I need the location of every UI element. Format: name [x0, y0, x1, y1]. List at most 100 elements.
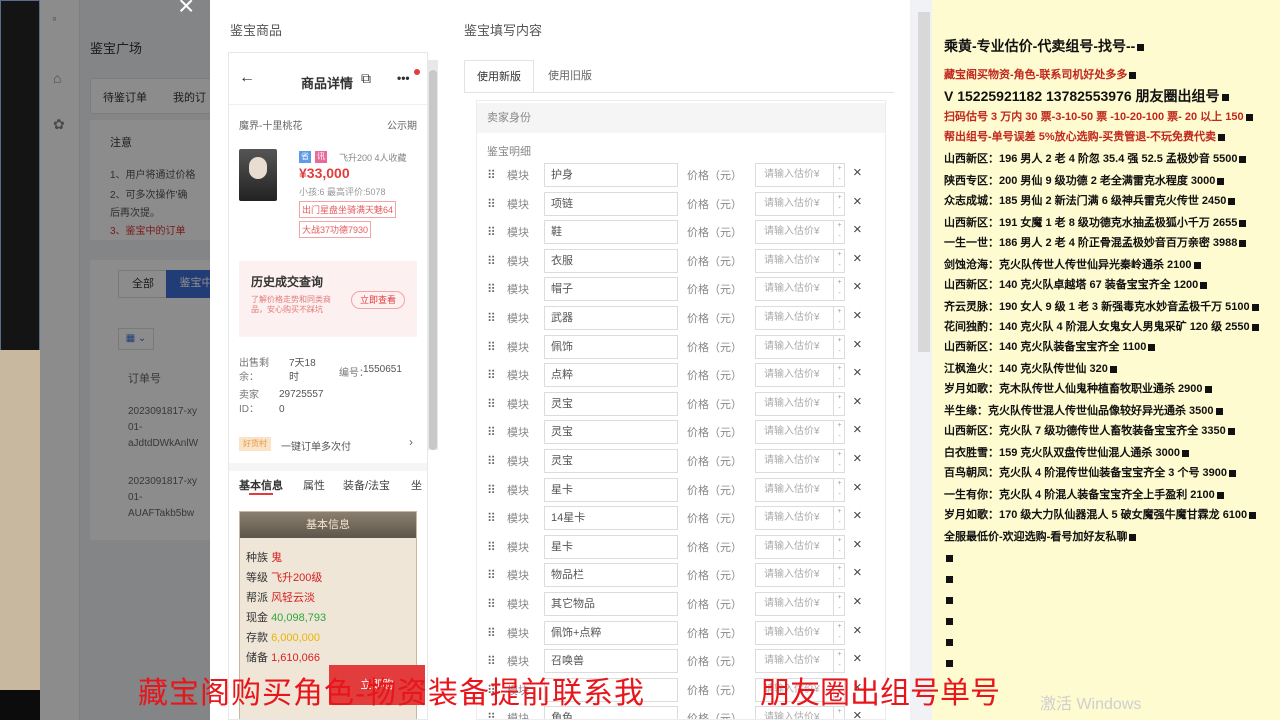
tab-new-version[interactable]: 使用新版	[464, 60, 534, 92]
drag-handle-icon[interactable]: ⠿	[487, 454, 497, 468]
chevron-right-icon[interactable]: ›	[409, 435, 413, 449]
price-input[interactable]: 请输入估价¥	[755, 334, 845, 359]
price-input[interactable]: 请输入估价¥	[755, 620, 845, 645]
drag-handle-icon[interactable]: ⠿	[487, 711, 497, 719]
stepper-icon[interactable]: +-	[833, 506, 845, 531]
module-name-input[interactable]: 帽子	[544, 277, 678, 302]
price-input[interactable]: 请输入估价¥	[755, 391, 845, 416]
remove-icon[interactable]: ×	[853, 364, 862, 381]
drag-handle-icon[interactable]: ⠿	[487, 654, 497, 668]
remove-icon[interactable]: ×	[853, 336, 862, 353]
stepper-icon[interactable]: +-	[833, 477, 845, 502]
remove-icon[interactable]: ×	[853, 450, 862, 467]
remove-icon[interactable]: ×	[853, 479, 862, 496]
tab-mount[interactable]: 坐	[411, 477, 422, 493]
module-name-input[interactable]: 星卡	[544, 477, 678, 502]
price-input[interactable]: 请输入估价¥	[755, 191, 845, 216]
drag-handle-icon[interactable]: ⠿	[487, 197, 497, 211]
module-name-input[interactable]: 灵宝	[544, 391, 678, 416]
stepper-icon[interactable]: +-	[833, 391, 845, 416]
price-input[interactable]: 请输入估价¥	[755, 477, 845, 502]
history-button[interactable]: 立即查看	[351, 291, 405, 309]
preview-scrollbar[interactable]	[428, 60, 438, 450]
drag-handle-icon[interactable]: ⠿	[487, 225, 497, 239]
price-input[interactable]: 请输入估价¥	[755, 420, 845, 445]
remove-icon[interactable]: ×	[853, 593, 862, 610]
tab-old-version[interactable]: 使用旧版	[536, 60, 604, 92]
module-name-input[interactable]: 点粹	[544, 363, 678, 388]
more-icon[interactable]: •••	[397, 71, 410, 85]
stepper-icon[interactable]: +-	[833, 334, 845, 359]
stepper-icon[interactable]: +-	[833, 191, 845, 216]
price-input[interactable]: 请输入估价¥	[755, 220, 845, 245]
remove-icon[interactable]: ×	[853, 221, 862, 238]
stepper-icon[interactable]: +-	[833, 420, 845, 445]
drag-handle-icon[interactable]: ⠿	[487, 368, 497, 382]
modal-scrollbar[interactable]	[918, 12, 930, 352]
stepper-icon[interactable]: +-	[833, 163, 845, 187]
close-icon[interactable]: ×	[178, 0, 194, 22]
drag-handle-icon[interactable]: ⠿	[487, 254, 497, 268]
price-input[interactable]: 请输入估价¥	[755, 277, 845, 302]
module-name-input[interactable]: 护身	[544, 163, 678, 187]
drag-handle-icon[interactable]: ⠿	[487, 597, 497, 611]
module-name-input[interactable]: 星卡	[544, 534, 678, 559]
stepper-icon[interactable]: +-	[833, 306, 845, 330]
drag-handle-icon[interactable]: ⠿	[487, 626, 497, 640]
price-input[interactable]: 请输入估价¥	[755, 363, 845, 388]
remove-icon[interactable]: ×	[853, 278, 862, 295]
tab-basic-info[interactable]: 基本信息	[239, 477, 283, 493]
stepper-icon[interactable]: +-	[833, 620, 845, 645]
module-name-input[interactable]: 其它物品	[544, 592, 678, 616]
remove-icon[interactable]: ×	[853, 507, 862, 524]
history-card[interactable]: 历史成交查询 了解价格走势和同类商品，安心购买不踩坑 立即查看	[239, 261, 417, 337]
drag-handle-icon[interactable]: ⠿	[487, 168, 497, 182]
stepper-icon[interactable]: +-	[833, 277, 845, 302]
drag-handle-icon[interactable]: ⠿	[487, 511, 497, 525]
stepper-icon[interactable]: +-	[833, 248, 845, 273]
price-input[interactable]: 请输入估价¥	[755, 563, 845, 588]
tab-attributes[interactable]: 属性	[303, 477, 325, 493]
remove-icon[interactable]: ×	[853, 193, 862, 210]
module-name-input[interactable]: 衣服	[544, 248, 678, 273]
drag-handle-icon[interactable]: ⠿	[487, 397, 497, 411]
stepper-icon[interactable]: +-	[833, 449, 845, 473]
remove-icon[interactable]: ×	[853, 564, 862, 581]
back-icon[interactable]: ←	[239, 69, 255, 87]
tab-equipment[interactable]: 装备/法宝	[343, 477, 390, 493]
stepper-icon[interactable]: +-	[833, 363, 845, 388]
module-name-input[interactable]: 灵宝	[544, 420, 678, 445]
scroll-thumb[interactable]	[429, 70, 437, 450]
remove-icon[interactable]: ×	[853, 650, 862, 667]
remove-icon[interactable]: ×	[853, 164, 862, 181]
remove-icon[interactable]: ×	[853, 421, 862, 438]
drag-handle-icon[interactable]: ⠿	[487, 540, 497, 554]
drag-handle-icon[interactable]: ⠿	[487, 340, 497, 354]
price-input[interactable]: 请输入估价¥	[755, 534, 845, 559]
remove-icon[interactable]: ×	[853, 393, 862, 410]
stepper-icon[interactable]: +-	[833, 220, 845, 245]
drag-handle-icon[interactable]: ⠿	[487, 568, 497, 582]
price-input[interactable]: 请输入估价¥	[755, 506, 845, 531]
recommend-text[interactable]: 一键订单多次付	[281, 438, 351, 453]
module-name-input[interactable]: 武器	[544, 306, 678, 330]
module-name-input[interactable]: 14星卡	[544, 506, 678, 531]
module-name-input[interactable]: 灵宝	[544, 449, 678, 473]
drag-handle-icon[interactable]: ⠿	[487, 311, 497, 325]
drag-handle-icon[interactable]: ⠿	[487, 425, 497, 439]
remove-icon[interactable]: ×	[853, 250, 862, 267]
module-name-input[interactable]: 项链	[544, 191, 678, 216]
character-avatar[interactable]	[239, 149, 277, 201]
price-input[interactable]: 请输入估价¥	[755, 449, 845, 473]
remove-icon[interactable]: ×	[853, 307, 862, 324]
module-name-input[interactable]: 物品栏	[544, 563, 678, 588]
price-input[interactable]: 请输入估价¥	[755, 592, 845, 616]
module-name-input[interactable]: 佩饰	[544, 334, 678, 359]
remove-icon[interactable]: ×	[853, 622, 862, 639]
drag-handle-icon[interactable]: ⠿	[487, 282, 497, 296]
stepper-icon[interactable]: +-	[833, 592, 845, 616]
price-input[interactable]: 请输入估价¥	[755, 306, 845, 330]
module-name-input[interactable]: 佩饰+点粹	[544, 620, 678, 645]
price-input[interactable]: 请输入估价¥	[755, 248, 845, 273]
remove-icon[interactable]: ×	[853, 536, 862, 553]
